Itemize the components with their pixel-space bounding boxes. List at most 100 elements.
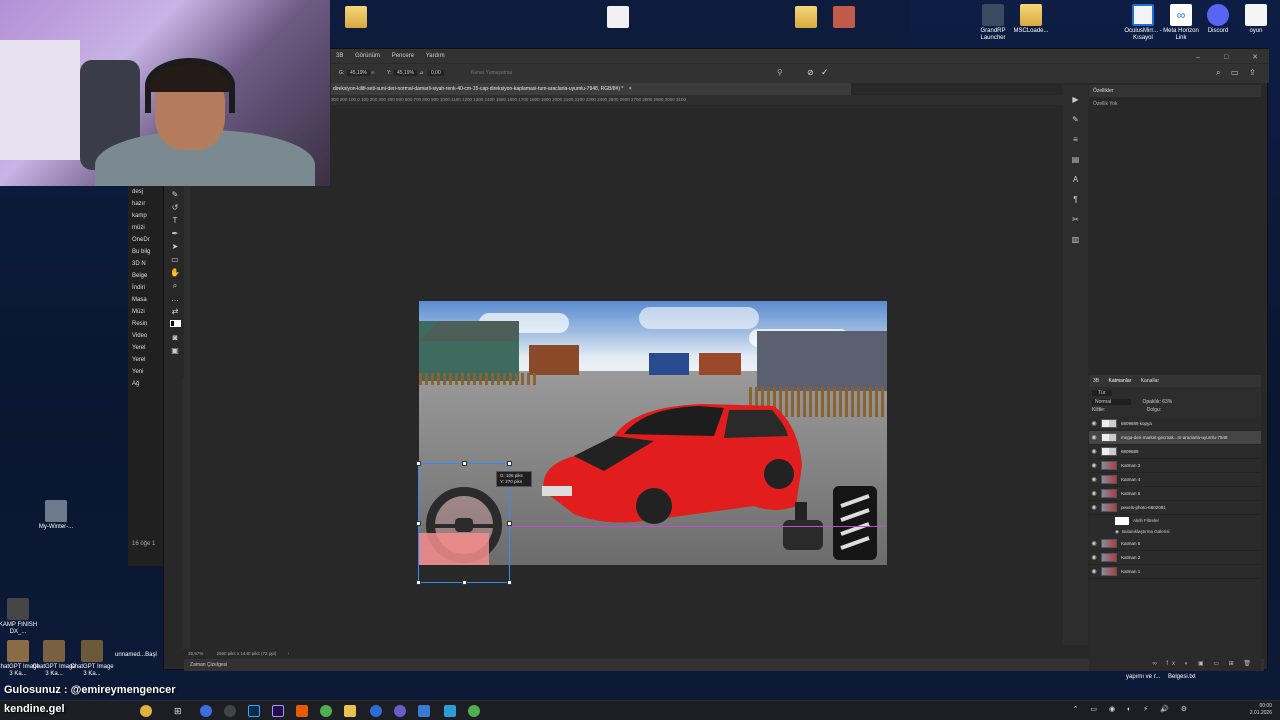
transform-handle[interactable] bbox=[507, 580, 512, 585]
hand-tool-icon[interactable]: ✋ bbox=[168, 267, 182, 278]
layer-row[interactable]: ◉ 6809689 kopya bbox=[1089, 417, 1261, 431]
file-explorer-icon[interactable] bbox=[344, 705, 356, 717]
width-field[interactable]: 45,19% bbox=[347, 70, 370, 76]
history-brush-icon[interactable]: ↺ bbox=[168, 202, 182, 213]
explorer-item[interactable]: desj bbox=[128, 186, 163, 198]
visibility-eye-icon[interactable]: ◉ bbox=[1089, 554, 1099, 561]
tab-3b[interactable]: 3B bbox=[1093, 378, 1099, 384]
visibility-eye-icon[interactable]: ◉ bbox=[1089, 462, 1099, 469]
layer-row-selected[interactable]: ◉ mega-deri-market-gecmak...m-araclarla-u… bbox=[1089, 431, 1261, 445]
layer-row[interactable]: ◉ Katman 5 bbox=[1089, 537, 1261, 551]
explorer-item[interactable]: İndiri bbox=[128, 282, 163, 294]
visibility-eye-icon[interactable]: ◉ bbox=[1089, 434, 1099, 441]
blur-gallery-row[interactable]: ◉ Bulanıklaştırma Galerisi bbox=[1089, 526, 1261, 537]
status-arrow-icon[interactable]: › bbox=[288, 651, 290, 656]
visibility-eye-icon[interactable]: ◉ bbox=[1089, 490, 1099, 497]
transform-handle[interactable] bbox=[462, 461, 467, 466]
layer-row[interactable]: ◉ Katman 4 bbox=[1089, 473, 1261, 487]
layer-row[interactable]: ◉ Katman 3 bbox=[1089, 459, 1261, 473]
workspace-icon[interactable]: ▭ bbox=[1231, 68, 1239, 77]
opacity-field[interactable]: 63% bbox=[1162, 399, 1172, 405]
tab-channels[interactable]: Kanallar bbox=[1141, 378, 1159, 384]
properties-title[interactable]: Özellikler bbox=[1093, 88, 1114, 94]
desktop-icon-kamp[interactable]: KAMP FINISH DX_... bbox=[0, 598, 42, 636]
tab-layers[interactable]: Katmanlar bbox=[1109, 378, 1132, 384]
app-icon[interactable] bbox=[444, 705, 456, 717]
task-view-icon[interactable]: ⊞ bbox=[174, 705, 186, 717]
explorer-item[interactable]: Müzi bbox=[128, 306, 163, 318]
history-icon[interactable]: ▶ bbox=[1070, 95, 1082, 105]
commit-transform-icon[interactable]: ✓ bbox=[821, 67, 829, 78]
visibility-eye-icon[interactable]: ◉ bbox=[1089, 504, 1099, 511]
menu-help[interactable]: Yardım bbox=[421, 49, 450, 63]
height-field[interactable]: 45,19% bbox=[394, 70, 417, 76]
antialias-label[interactable]: Kenar Yumuşatma bbox=[471, 70, 512, 76]
desktop-icon-chatgpt-3[interactable]: ChatGPT Image 3 Ka... bbox=[68, 640, 116, 678]
transform-handle[interactable] bbox=[462, 580, 467, 585]
transform-handle[interactable] bbox=[416, 580, 421, 585]
menu-window[interactable]: Pencere bbox=[387, 49, 419, 63]
brush-tool-icon[interactable]: ✎ bbox=[168, 189, 182, 200]
desktop-icon-folder[interactable] bbox=[332, 6, 380, 30]
explorer-item[interactable]: Yeni bbox=[128, 366, 163, 378]
visibility-eye-icon[interactable]: ◉ bbox=[1089, 448, 1099, 455]
app-orange-icon[interactable] bbox=[296, 705, 308, 717]
link-icon[interactable]: ∞ bbox=[371, 70, 375, 76]
visibility-eye-icon[interactable]: ◉ bbox=[1089, 420, 1099, 427]
desktop-icon-oyun[interactable]: oyun bbox=[1232, 4, 1280, 35]
menu-view[interactable]: Görünüm bbox=[350, 49, 385, 63]
search-icon[interactable]: ⌕ bbox=[1216, 68, 1220, 78]
chrome-icon[interactable] bbox=[468, 705, 480, 717]
explorer-item[interactable]: Masa bbox=[128, 294, 163, 306]
explorer-item[interactable]: Yerel bbox=[128, 354, 163, 366]
layer-row[interactable]: ◉ pexels-photo-6602081 bbox=[1089, 501, 1261, 515]
document-tab[interactable]: direksiyon-kilifi-seti-suni-deri-normal-… bbox=[331, 83, 851, 95]
cancel-transform-icon[interactable]: ⊘ bbox=[807, 68, 814, 77]
zoom-level[interactable]: 36,67% bbox=[188, 651, 203, 656]
tray-icons[interactable]: ⌃ ▭ ◉ ◐ ⚡ 🔊 ⚙ bbox=[1073, 706, 1192, 713]
edge-icon[interactable] bbox=[200, 705, 212, 717]
desktop-icon-my-winter[interactable]: My-Winter-... bbox=[32, 500, 80, 531]
screen-mode-icon[interactable]: ▣ bbox=[168, 345, 182, 356]
layer-row[interactable]: ◉ Katman 1 bbox=[1089, 565, 1261, 579]
explorer-item[interactable]: Resin bbox=[128, 318, 163, 330]
canvas-area[interactable]: G: 106 piks Y: 270 piks bbox=[190, 105, 1060, 649]
desktop-icon-basl[interactable]: Başl bbox=[136, 652, 166, 659]
explorer-item[interactable]: OneDr bbox=[128, 234, 163, 246]
blend-mode-select[interactable]: Normal bbox=[1092, 399, 1132, 405]
explorer-item[interactable]: Yerel bbox=[128, 342, 163, 354]
zoom-tool-icon[interactable]: ⌕ bbox=[168, 280, 182, 291]
tools-icon[interactable]: ✂ bbox=[1070, 215, 1082, 225]
desktop-icon-belgesi[interactable]: Belgesi.txt bbox=[1168, 674, 1196, 680]
steam-icon[interactable] bbox=[224, 705, 236, 717]
visibility-eye-icon[interactable]: ◉ bbox=[1115, 529, 1119, 535]
clock-date[interactable]: 2.01.2026 bbox=[1250, 710, 1272, 717]
swap-colors-icon[interactable]: ⇄ bbox=[168, 306, 182, 317]
color-swatch-icon[interactable] bbox=[168, 319, 182, 330]
explorer-item[interactable]: hazır bbox=[128, 198, 163, 210]
copilot-icon[interactable] bbox=[140, 705, 152, 717]
close-tab-icon[interactable]: × bbox=[629, 86, 632, 92]
transform-handle[interactable] bbox=[416, 461, 421, 466]
quick-mask-icon[interactable]: ◙ bbox=[168, 332, 182, 343]
paragraph-icon[interactable]: ¶ bbox=[1070, 195, 1082, 205]
visibility-eye-icon[interactable]: ◉ bbox=[1089, 540, 1099, 547]
premiere-icon[interactable] bbox=[272, 705, 284, 717]
app-icon[interactable] bbox=[418, 705, 430, 717]
layer-row[interactable]: ◉ Katman 2 bbox=[1089, 551, 1261, 565]
desktop-icon-folder[interactable] bbox=[594, 6, 642, 30]
photoshop-icon[interactable] bbox=[248, 705, 260, 717]
type-tool-icon[interactable]: T bbox=[168, 215, 182, 226]
obs-icon[interactable] bbox=[394, 705, 406, 717]
explorer-item[interactable]: müzi bbox=[128, 222, 163, 234]
menu-3b[interactable]: 3B bbox=[331, 49, 348, 63]
layer-filter[interactable]: Tür bbox=[1092, 390, 1112, 396]
character-icon[interactable]: A bbox=[1070, 175, 1082, 185]
explorer-item[interactable]: Bu bilg bbox=[128, 246, 163, 258]
pen-tool-icon[interactable]: ✒ bbox=[168, 228, 182, 239]
adjustments-icon[interactable]: ≡ bbox=[1070, 135, 1082, 145]
swatches-icon[interactable]: ▥ bbox=[1070, 235, 1082, 245]
path-select-icon[interactable]: ➤ bbox=[168, 241, 182, 252]
explorer-item[interactable]: Belge bbox=[128, 270, 163, 282]
layers-footer-icons[interactable]: ∞ fx ◐ ▣ ▭ ⊞ 🗑 bbox=[1152, 660, 1255, 667]
